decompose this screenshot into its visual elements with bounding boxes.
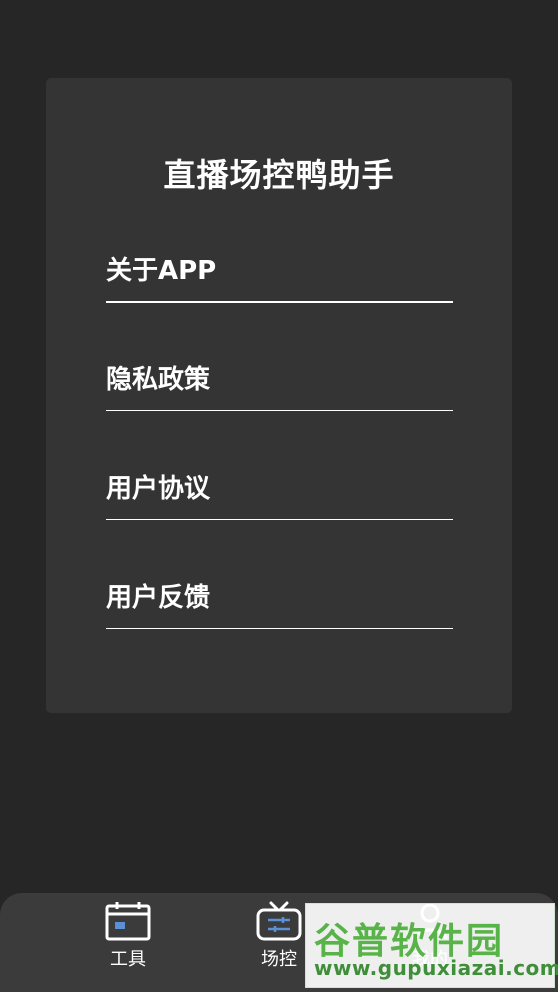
settings-card: 直播场控鸭助手 关于APP 隐私政策 用户协议 用户反馈: [46, 78, 512, 713]
menu-item-user-agreement[interactable]: 用户协议: [106, 462, 453, 571]
nav-tab-tools[interactable]: 工具: [83, 901, 173, 971]
divider: [106, 628, 453, 629]
app-title: 直播场控鸭助手: [163, 156, 395, 194]
divider: [106, 519, 453, 520]
menu-item-label: 用户反馈: [106, 583, 211, 613]
menu-item-privacy-policy[interactable]: 隐私政策: [106, 353, 453, 462]
watermark-url: www.gupuxiazai.com: [314, 956, 558, 980]
divider: [106, 301, 453, 303]
menu-item-label: 隐私政策: [106, 365, 211, 395]
menu-item-about-app[interactable]: 关于APP: [106, 244, 453, 353]
tv-sliders-icon: [256, 901, 302, 941]
calendar-icon: [105, 902, 151, 941]
menu-item-label: 关于APP: [106, 256, 217, 286]
menu-item-user-feedback[interactable]: 用户反馈: [106, 571, 453, 680]
site-watermark: 谷普软件园 www.gupuxiazai.com: [305, 903, 558, 988]
settings-menu: 关于APP 隐私政策 用户协议 用户反馈: [106, 244, 453, 680]
menu-item-label: 用户协议: [106, 474, 211, 504]
nav-tab-label: 工具: [110, 949, 146, 970]
divider: [106, 410, 453, 411]
